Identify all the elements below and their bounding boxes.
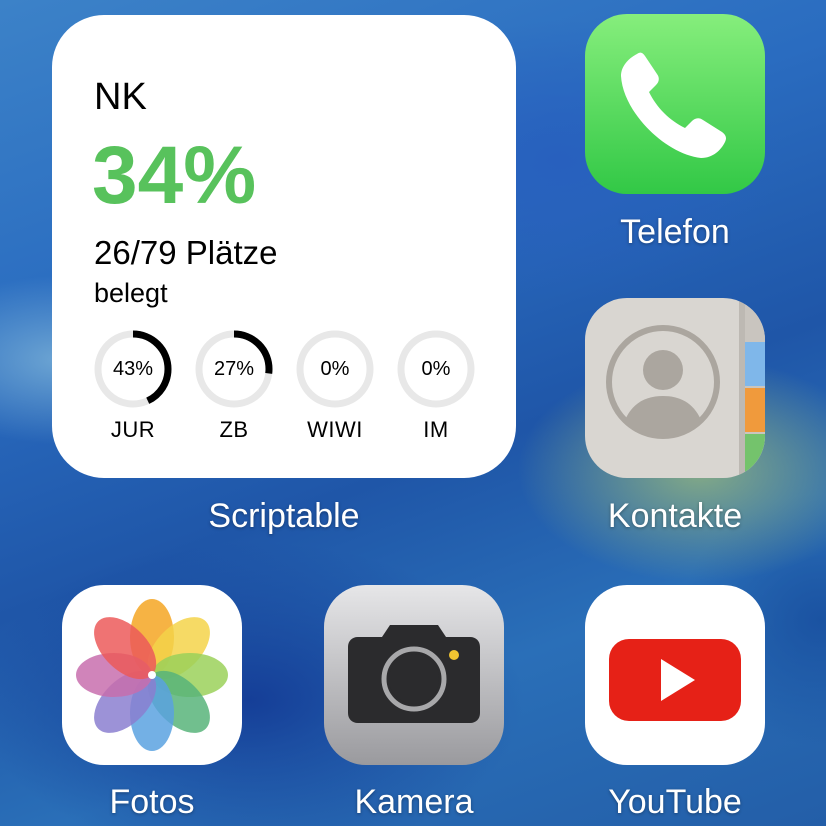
ring-value: 27% (213, 358, 255, 380)
ring-value: 0% (421, 358, 451, 380)
fotos-label: Fotos (109, 783, 195, 821)
ring-label-wiwi: WIWI (307, 417, 363, 442)
ring-jur: 43% (93, 329, 173, 409)
phone-icon (585, 14, 765, 194)
kamera-label: Kamera (354, 783, 474, 821)
ring-label-zb: ZB (219, 417, 249, 442)
telefon-label: Telefon (620, 213, 730, 251)
fotos-app[interactable] (62, 585, 242, 765)
kontakte-app[interactable] (585, 298, 765, 478)
ring-label-im: IM (423, 417, 449, 442)
kontakte-label: Kontakte (607, 497, 743, 535)
telefon-app[interactable] (585, 14, 765, 194)
ring-label-jur: JUR (110, 417, 156, 442)
youtube-app[interactable] (585, 585, 765, 765)
camera-icon (324, 585, 504, 765)
youtube-label: YouTube (608, 783, 742, 821)
widget-title: NK (94, 76, 147, 118)
seats-status: belegt (94, 278, 168, 308)
photos-icon (62, 585, 242, 765)
scriptable-label: Scriptable (208, 497, 360, 535)
youtube-icon (585, 585, 765, 765)
home-screen: NK 34% 26/79 Plätze belegt 43% 27% 0% 0%… (0, 0, 826, 826)
ring-zb: 27% (194, 329, 274, 409)
ring-value: 43% (112, 358, 154, 380)
ring-im: 0% (396, 329, 476, 409)
seats-count: 26/79 Plätze (94, 234, 278, 271)
occupancy-percent: 34% (92, 130, 257, 221)
ring-wiwi: 0% (295, 329, 375, 409)
scriptable-widget[interactable]: NK 34% 26/79 Plätze belegt 43% 27% 0% 0%… (52, 15, 516, 478)
ring-value: 0% (320, 358, 350, 380)
kamera-app[interactable] (324, 585, 504, 765)
contacts-icon (585, 298, 765, 478)
